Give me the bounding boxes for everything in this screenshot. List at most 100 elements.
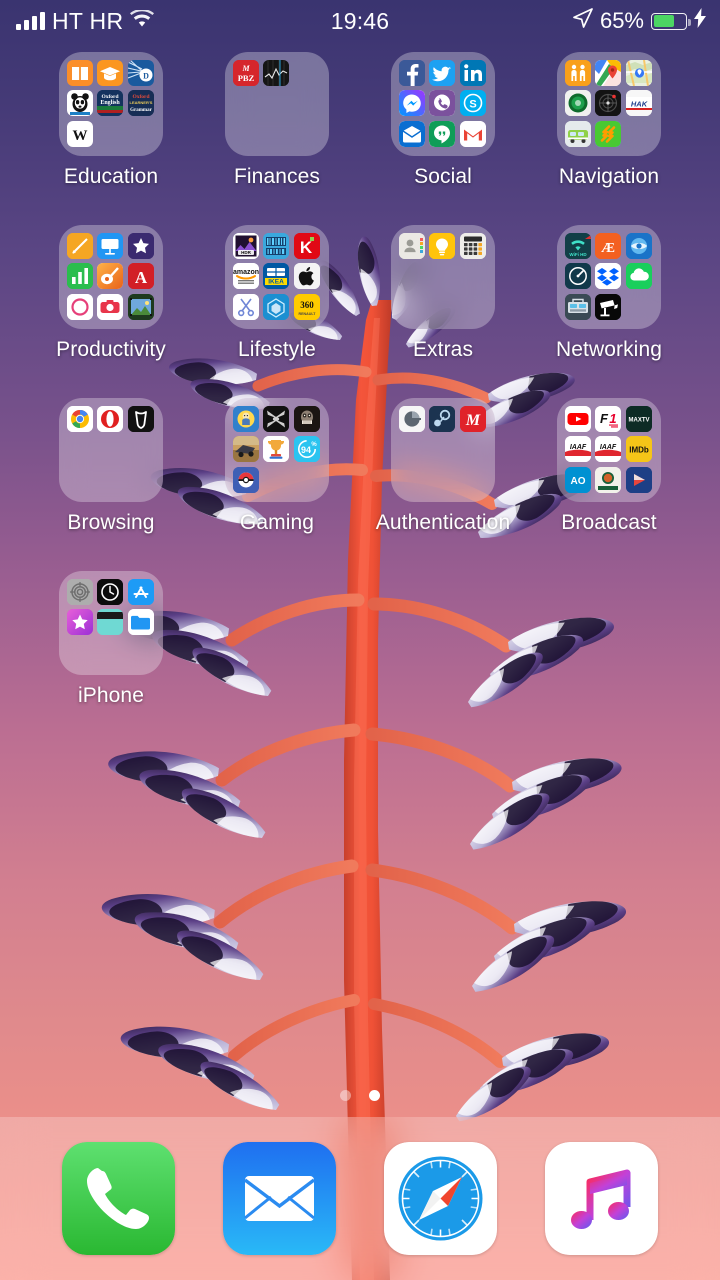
app-icon-formula-1: F1 xyxy=(595,406,621,432)
svg-text:LEARNER'S: LEARNER'S xyxy=(129,100,152,105)
folder-icon-preview[interactable] xyxy=(59,571,163,675)
app-icon-itunes-store xyxy=(67,609,93,635)
app-icon-pages xyxy=(67,233,93,259)
app-icon-google-authenticator xyxy=(399,406,425,432)
app-icon-player xyxy=(626,467,652,493)
dock-app-mail[interactable] xyxy=(223,1142,336,1255)
svg-text:amazon: amazon xyxy=(233,269,259,276)
folder-finances[interactable]: MPBZ Finances xyxy=(194,52,360,213)
folder-extras[interactable]: Extras xyxy=(360,225,526,386)
app-icon-dictionary-com: D xyxy=(128,60,154,86)
svg-text:MAXTV: MAXTV xyxy=(628,418,649,424)
folder-broadcast[interactable]: F1 MAXTV IAAF IAAF IMDb AO B xyxy=(526,398,692,559)
app-icon-wikipedia: W xyxy=(67,121,93,147)
svg-text:A: A xyxy=(135,268,148,287)
app-icon-kaufland: K xyxy=(294,233,320,259)
svg-text:IMDb: IMDb xyxy=(629,446,649,455)
dock-app-music[interactable] xyxy=(545,1142,658,1255)
svg-text:Grammar: Grammar xyxy=(130,108,152,113)
app-icon-adobe-acrobat: A xyxy=(128,263,154,289)
app-icon-australian-open: AO xyxy=(565,467,591,493)
folder-icon-preview[interactable]: HDR K amazon IKEA 36 xyxy=(225,225,329,329)
app-icon-waze xyxy=(595,121,621,147)
app-icon-stocks xyxy=(263,60,289,86)
folder-icon-preview[interactable]: M xyxy=(391,398,495,502)
folder-icon-preview[interactable]: MPBZ xyxy=(225,52,329,156)
folder-networking[interactable]: WiFi HD Æ Networking xyxy=(526,225,692,386)
folder-label: Navigation xyxy=(559,165,659,189)
folder-icon-preview[interactable]: A xyxy=(59,225,163,329)
svg-text:360: 360 xyxy=(300,300,314,310)
app-icon-security-cam xyxy=(595,294,621,320)
folder-icon-preview[interactable]: F1 MAXTV IAAF IAAF IMDb AO xyxy=(557,398,661,502)
svg-text:PBZ: PBZ xyxy=(238,73,255,83)
app-icon-numbers xyxy=(67,263,93,289)
app-icon-garageband xyxy=(97,263,123,289)
app-icon-renault-360: 360 RENAULT xyxy=(294,294,320,320)
app-icon-trophy-quiz xyxy=(263,436,289,462)
folder-productivity[interactable]: A Productivity xyxy=(28,225,194,386)
app-icon-apple-store xyxy=(294,263,320,289)
folder-authentication[interactable]: M Authentication xyxy=(360,398,526,559)
app-icon-app-store xyxy=(128,579,154,605)
app-icon-facebook xyxy=(399,60,425,86)
app-icon-hdr-camera: HDR xyxy=(233,233,259,259)
app-icon-books xyxy=(67,60,93,86)
svg-text:AO: AO xyxy=(571,476,586,487)
app-icon-hak: HAK xyxy=(626,90,652,116)
app-icon-pokemon-go xyxy=(233,467,259,493)
folder-browsing[interactable]: Browsing xyxy=(28,398,194,559)
svg-text:English: English xyxy=(101,100,121,106)
app-icon-ingress xyxy=(263,294,289,320)
app-icon-find-my-friends xyxy=(565,60,591,86)
folder-icon-preview[interactable]: HAK xyxy=(557,52,661,156)
app-icon-night-sky xyxy=(595,90,621,116)
folder-label: Social xyxy=(414,165,472,189)
folder-navigation[interactable]: HAK Navigation xyxy=(526,52,692,213)
app-icon-wifi-hd: WiFi HD xyxy=(565,233,591,259)
app-icon-ip-cam-viewer xyxy=(565,294,591,320)
folder-icon-preview[interactable]: S xyxy=(391,52,495,156)
app-icon-barcode-scanner xyxy=(263,233,289,259)
folder-iphone[interactable]: iPhone xyxy=(28,571,194,732)
folder-icon-preview[interactable] xyxy=(391,225,495,329)
app-icon-compass xyxy=(565,90,591,116)
app-icon-speedtest xyxy=(565,263,591,289)
svg-text:%: % xyxy=(311,442,317,448)
app-icon-camera-plus xyxy=(97,294,123,320)
folder-icon-preview[interactable] xyxy=(59,398,163,502)
app-icon-roland-garros xyxy=(595,467,621,493)
app-icon-tram-tracker xyxy=(565,121,591,147)
folder-label: Finances xyxy=(234,165,320,189)
app-icon-tips xyxy=(429,233,455,259)
folder-gaming[interactable]: 94% Gaming xyxy=(194,398,360,559)
app-icon-linkedin xyxy=(460,60,486,86)
app-icon-clock xyxy=(97,579,123,605)
folder-label: Lifestyle xyxy=(238,338,316,362)
svg-text:M: M xyxy=(465,412,481,429)
app-icon-contacts xyxy=(399,233,425,259)
status-bar-right: 65% xyxy=(573,8,706,34)
page-dot-2[interactable] xyxy=(369,1090,380,1101)
page-dot-1[interactable] xyxy=(340,1090,351,1101)
svg-text:S: S xyxy=(469,99,476,111)
folder-social[interactable]: S Social xyxy=(360,52,526,213)
app-icon-ikea: IKEA xyxy=(263,263,289,289)
app-icon-steam-guard xyxy=(429,406,455,432)
app-icon-youtube xyxy=(565,406,591,432)
folder-icon-preview[interactable]: WiFi HD Æ xyxy=(557,225,661,329)
dock-app-safari[interactable] xyxy=(384,1142,497,1255)
folder-icon-preview[interactable]: D OxfordEnglish OxfordLEARNER'SGrammar W xyxy=(59,52,163,156)
folder-lifestyle[interactable]: HDR K amazon IKEA 36 xyxy=(194,225,360,386)
folder-label: Extras xyxy=(413,338,473,362)
svg-text:RENAULT: RENAULT xyxy=(298,312,316,316)
folder-education[interactable]: D OxfordEnglish OxfordLEARNER'SGrammar W… xyxy=(28,52,194,213)
app-icon-fe-file-explorer: Æ xyxy=(595,233,621,259)
app-icon-google-maps xyxy=(595,60,621,86)
dock-app-phone[interactable] xyxy=(62,1142,175,1255)
svg-text:WiFi HD: WiFi HD xyxy=(569,252,587,257)
folder-icon-preview[interactable]: 94% xyxy=(225,398,329,502)
app-icon-cloud-drive xyxy=(626,263,652,289)
page-indicator[interactable] xyxy=(0,1090,720,1101)
folder-label: Authentication xyxy=(376,511,511,535)
